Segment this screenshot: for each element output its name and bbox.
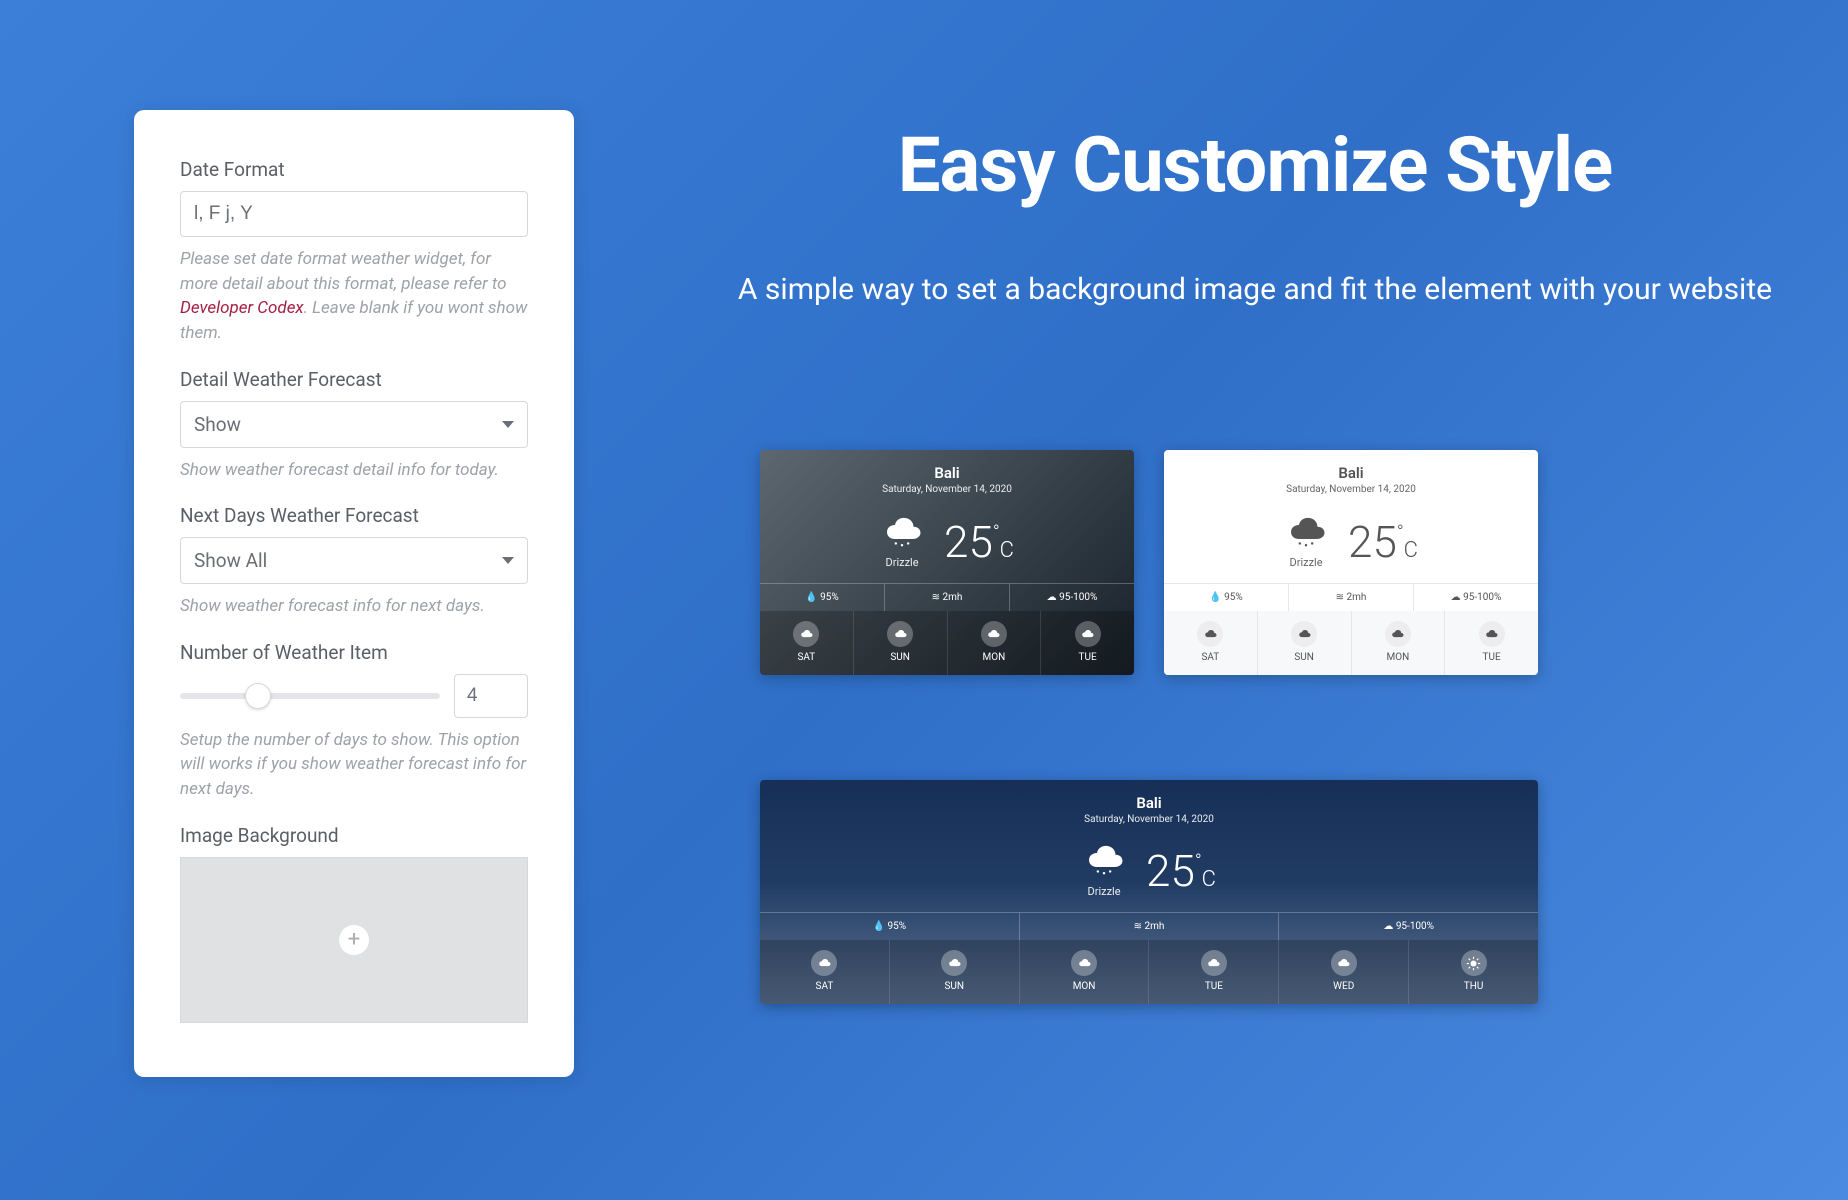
next-days-value: Show All bbox=[194, 549, 267, 572]
next-days-label: Next Days Weather Forecast bbox=[180, 504, 528, 527]
cloud-icon bbox=[1201, 950, 1227, 976]
card-date: Saturday, November 14, 2020 bbox=[1174, 484, 1528, 495]
stat-clouds: ☁ 95-100% bbox=[1010, 584, 1134, 611]
cloud-icon bbox=[1461, 950, 1487, 976]
stat-wind: ≋ 2mh bbox=[1020, 913, 1280, 940]
cloud-icon bbox=[1385, 621, 1411, 647]
stat-humidity: 💧 95% bbox=[1164, 584, 1289, 611]
item-count-slider[interactable] bbox=[180, 693, 440, 699]
card-city: Bali bbox=[770, 794, 1528, 812]
day-label: TUE bbox=[1045, 652, 1130, 663]
rain-cloud-icon bbox=[880, 515, 924, 549]
day-label: TUE bbox=[1153, 981, 1274, 992]
cloud-icon bbox=[941, 950, 967, 976]
card-temp: 25°C bbox=[944, 520, 1014, 564]
card-condition: Drizzle bbox=[880, 556, 924, 569]
item-count-value[interactable] bbox=[454, 674, 528, 718]
date-format-label: Date Format bbox=[180, 158, 528, 181]
day-label: THU bbox=[1413, 981, 1534, 992]
day-label: SUN bbox=[894, 981, 1015, 992]
stat-humidity: 💧 95% bbox=[760, 584, 885, 611]
settings-panel: Date Format Please set date format weath… bbox=[134, 110, 574, 1077]
image-bg-label: Image Background bbox=[180, 824, 528, 847]
day-label: MON bbox=[1356, 652, 1441, 663]
detail-forecast-select[interactable]: Show bbox=[180, 401, 528, 448]
rain-cloud-icon bbox=[1082, 843, 1126, 877]
card-date: Saturday, November 14, 2020 bbox=[770, 814, 1528, 825]
card-condition: Drizzle bbox=[1082, 885, 1126, 898]
forecast-day: SAT bbox=[760, 611, 854, 675]
day-label: TUE bbox=[1449, 652, 1534, 663]
forecast-day: MON bbox=[1020, 940, 1150, 1004]
card-date: Saturday, November 14, 2020 bbox=[770, 484, 1124, 495]
day-label: SUN bbox=[1262, 652, 1347, 663]
preview-card-wide: Bali Saturday, November 14, 2020 Drizzle… bbox=[760, 780, 1538, 1004]
stat-wind: ≋ 2mh bbox=[885, 584, 1010, 611]
developer-codex-link[interactable]: Developer Codex bbox=[180, 298, 304, 318]
day-label: SAT bbox=[1168, 652, 1253, 663]
day-label: WED bbox=[1283, 981, 1404, 992]
forecast-days: SAT SUN MON TUE bbox=[1164, 611, 1538, 675]
forecast-day: SUN bbox=[1258, 611, 1352, 675]
plus-icon: + bbox=[339, 925, 369, 955]
headline-subtitle: A simple way to set a background image a… bbox=[720, 266, 1790, 314]
date-format-input[interactable] bbox=[180, 191, 528, 237]
forecast-day: SAT bbox=[1164, 611, 1258, 675]
cloud-icon bbox=[811, 950, 837, 976]
forecast-days: SAT SUN MON TUE bbox=[760, 611, 1134, 675]
chevron-down-icon bbox=[502, 421, 514, 428]
detail-forecast-help: Show weather forecast detail info for to… bbox=[180, 458, 528, 483]
image-bg-dropzone[interactable]: + bbox=[180, 857, 528, 1023]
card-temp: 25°C bbox=[1348, 520, 1418, 564]
forecast-day: TUE bbox=[1041, 611, 1134, 675]
stat-humidity: 💧 95% bbox=[760, 913, 1020, 940]
stat-clouds: ☁ 95-100% bbox=[1279, 913, 1538, 940]
cloud-icon bbox=[981, 621, 1007, 647]
cloud-icon bbox=[1071, 950, 1097, 976]
detail-forecast-label: Detail Weather Forecast bbox=[180, 368, 528, 391]
day-label: MON bbox=[952, 652, 1037, 663]
chevron-down-icon bbox=[502, 557, 514, 564]
day-label: SAT bbox=[764, 981, 885, 992]
day-label: MON bbox=[1024, 981, 1145, 992]
preview-card-dark: Bali Saturday, November 14, 2020 Drizzle… bbox=[760, 450, 1134, 675]
headline: Easy Customize Style A simple way to set… bbox=[720, 120, 1790, 314]
next-days-help: Show weather forecast info for next days… bbox=[180, 594, 528, 619]
forecast-day: SAT bbox=[760, 940, 890, 1004]
forecast-day: SUN bbox=[890, 940, 1020, 1004]
slider-handle[interactable] bbox=[245, 683, 271, 709]
cloud-icon bbox=[1075, 621, 1101, 647]
next-days-select[interactable]: Show All bbox=[180, 537, 528, 584]
date-format-help: Please set date format weather widget, f… bbox=[180, 247, 528, 346]
forecast-day: TUE bbox=[1445, 611, 1538, 675]
forecast-day: MON bbox=[948, 611, 1042, 675]
cloud-icon bbox=[1331, 950, 1357, 976]
card-city: Bali bbox=[770, 464, 1124, 482]
forecast-day: WED bbox=[1279, 940, 1409, 1004]
headline-title: Easy Customize Style bbox=[720, 120, 1790, 210]
preview-card-light: Bali Saturday, November 14, 2020 Drizzle… bbox=[1164, 450, 1538, 675]
cloud-icon bbox=[1479, 621, 1505, 647]
card-city: Bali bbox=[1174, 464, 1528, 482]
rain-cloud-icon bbox=[1284, 515, 1328, 549]
day-label: SUN bbox=[858, 652, 943, 663]
forecast-days: SAT SUN MON TUE WED THU bbox=[760, 940, 1538, 1004]
card-temp: 25°C bbox=[1146, 849, 1216, 893]
cloud-icon bbox=[793, 621, 819, 647]
day-label: SAT bbox=[764, 652, 849, 663]
stat-clouds: ☁ 95-100% bbox=[1414, 584, 1538, 611]
preview-cards-row: Bali Saturday, November 14, 2020 Drizzle… bbox=[760, 450, 1540, 675]
card-condition: Drizzle bbox=[1284, 556, 1328, 569]
cloud-icon bbox=[887, 621, 913, 647]
forecast-day: THU bbox=[1409, 940, 1538, 1004]
forecast-day: SUN bbox=[854, 611, 948, 675]
forecast-day: TUE bbox=[1149, 940, 1279, 1004]
forecast-day: MON bbox=[1352, 611, 1446, 675]
detail-forecast-value: Show bbox=[194, 413, 241, 436]
item-count-label: Number of Weather Item bbox=[180, 641, 528, 664]
item-count-help: Setup the number of days to show. This o… bbox=[180, 728, 528, 802]
cloud-icon bbox=[1197, 621, 1223, 647]
cloud-icon bbox=[1291, 621, 1317, 647]
stat-wind: ≋ 2mh bbox=[1289, 584, 1414, 611]
